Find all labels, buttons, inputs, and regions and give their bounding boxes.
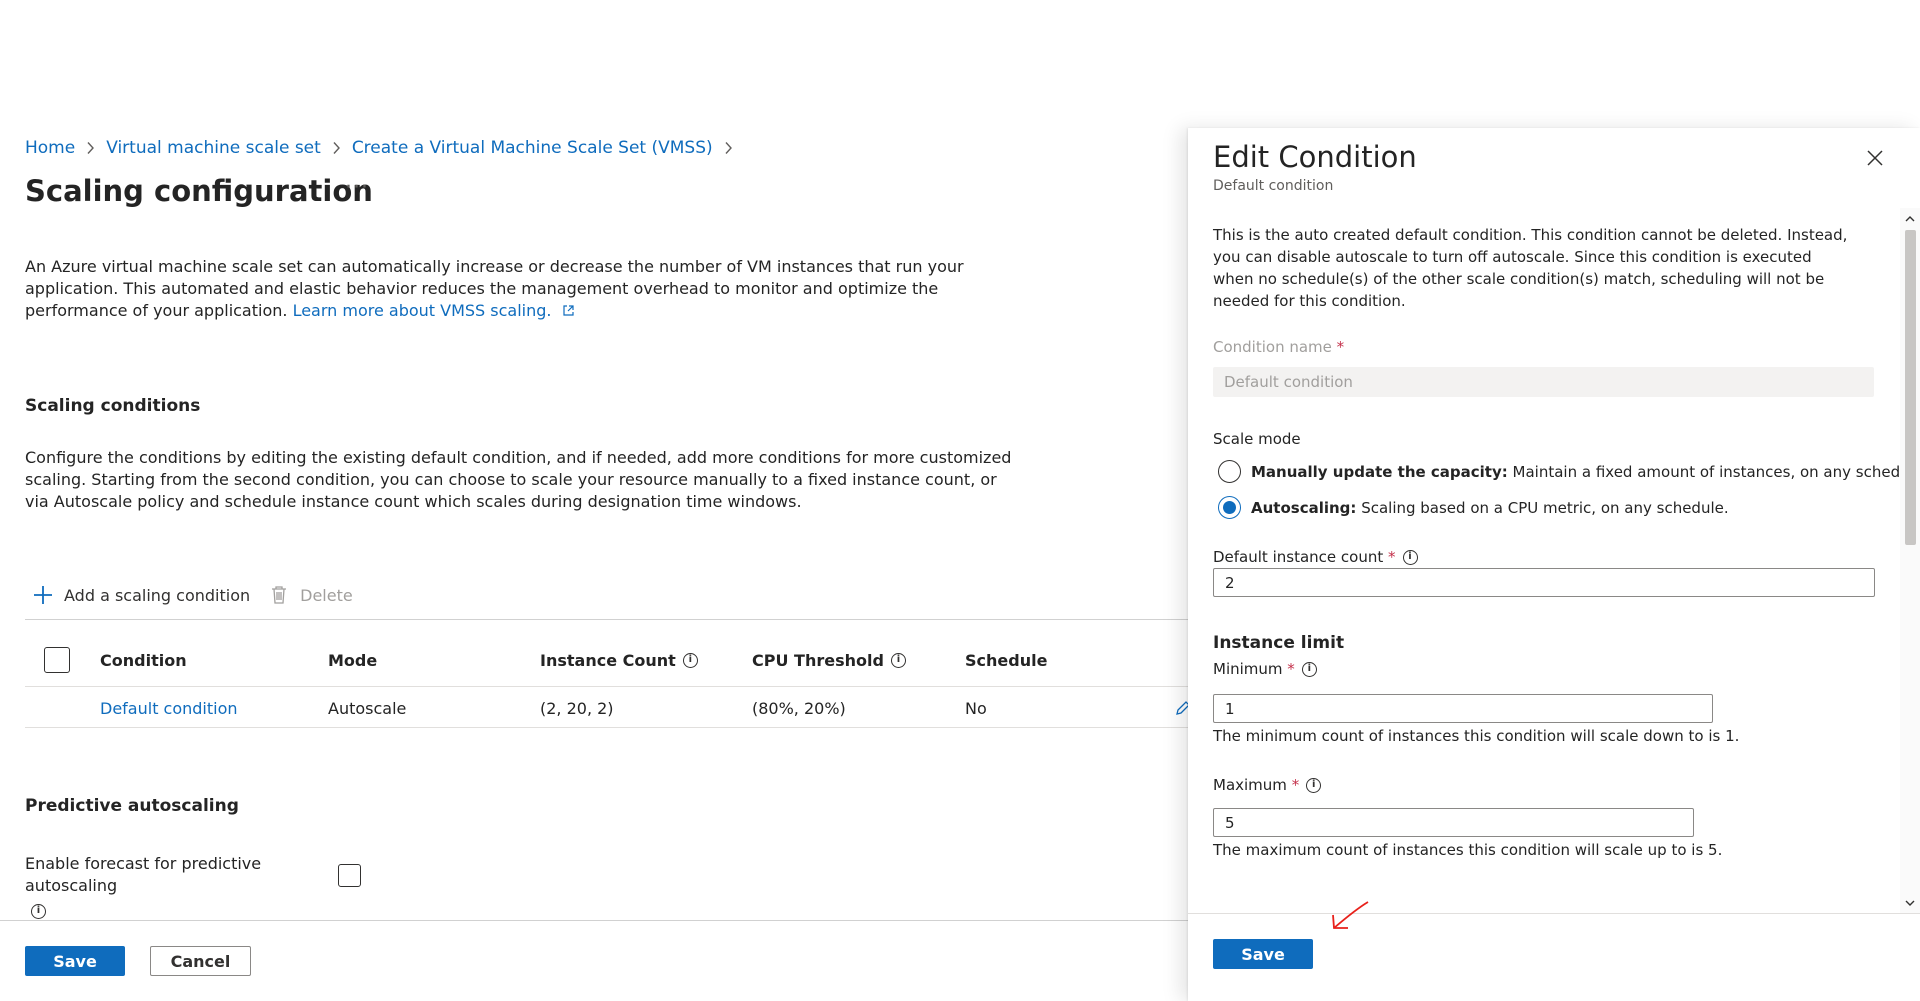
predictive-autoscaling-title: Predictive autoscaling [25,796,239,816]
info-icon[interactable]: i [1402,549,1418,565]
minimum-help-text: The minimum count of instances this cond… [1213,727,1740,745]
minimum-label: Minimum * i [1213,660,1317,678]
maximum-label-text: Maximum [1213,776,1287,794]
save-button[interactable]: Save [25,946,125,976]
minimum-label-text: Minimum [1213,660,1283,678]
column-header-cpu-threshold-label: CPU Threshold [752,650,884,670]
maximum-help-text: The maximum count of instances this cond… [1213,841,1723,859]
panel-description: This is the auto created default conditi… [1213,226,1848,310]
panel-title: Edit Condition [1213,140,1417,174]
forecast-label: Enable forecast for predictive autoscali… [25,853,330,919]
condition-name-label: Condition name * [1213,338,1344,356]
delete-button[interactable]: Delete [270,585,353,605]
scale-mode-label: Scale mode [1213,430,1301,448]
column-header-mode[interactable]: Mode [328,645,377,675]
cell-cpu-threshold: (80%, 20%) [752,698,846,718]
page-title: Scaling configuration [25,174,373,208]
column-header-schedule[interactable]: Schedule [965,645,1047,675]
required-marker: * [1287,660,1295,678]
mode-manual-bold: Manually update the capacity: [1251,462,1508,481]
cell-schedule: No [965,698,987,718]
mode-manual-text: Maintain a fixed amount of instances, on… [1512,462,1900,481]
required-marker: * [1291,776,1300,794]
table-divider [25,619,1190,620]
panel-save-button[interactable]: Save [1213,939,1313,969]
table-row-divider [25,727,1190,728]
add-scaling-condition-button[interactable]: Add a scaling condition [32,584,250,606]
delete-label: Delete [300,585,353,605]
scale-mode-autoscaling-option[interactable]: Autoscaling: Scaling based on a CPU metr… [1218,496,1729,519]
panel-scrollbar[interactable] [1900,208,1920,913]
cell-instance-count: (2, 20, 2) [540,698,614,718]
column-header-cpu-threshold[interactable]: CPU Threshold i [752,645,906,675]
scroll-up-icon[interactable] [1900,208,1920,228]
info-icon[interactable]: i [31,904,46,919]
breadcrumb-create-vmss-link[interactable]: Create a Virtual Machine Scale Set (VMSS… [352,138,713,158]
required-marker: * [1388,548,1396,566]
panel-footer-divider [1188,913,1920,914]
cancel-button[interactable]: Cancel [150,946,251,976]
radio-autoscaling[interactable] [1218,496,1241,519]
intro-text: An Azure virtual machine scale set can a… [25,256,1015,322]
plus-icon [34,586,52,604]
required-marker: * [1336,338,1345,356]
default-instance-count-label: Default instance count * i [1213,548,1418,566]
info-icon[interactable]: i [682,652,698,668]
breadcrumb-home-link[interactable]: Home [25,138,75,158]
info-icon[interactable]: i [890,652,906,668]
table-row: Default condition Autoscale (2, 20, 2) (… [25,693,1190,723]
scroll-thumb[interactable] [1905,230,1916,545]
more-horizontal-icon[interactable]: ··· [345,175,369,200]
mode-auto-bold: Autoscaling: [1251,498,1357,517]
annotation-arrow-icon [1332,901,1369,929]
column-header-condition[interactable]: Condition [100,645,187,675]
forecast-checkbox[interactable] [338,864,361,887]
panel-subtitle: Default condition [1213,178,1334,194]
learn-more-link[interactable]: Learn more about VMSS scaling. [293,301,575,320]
mode-auto-text: Scaling based on a CPU metric, on any sc… [1361,498,1729,517]
external-link-icon [563,305,574,316]
maximum-input[interactable] [1213,808,1694,837]
cell-mode: Autoscale [328,698,407,718]
conditions-table-header: Condition Mode Instance Count i CPU Thres… [25,645,1185,675]
trash-icon [272,586,287,604]
column-header-instance-count-label: Instance Count [540,650,676,670]
conditions-toolbar: Add a scaling condition Delete [32,584,353,606]
scroll-down-icon[interactable] [1900,893,1920,913]
radio-manual[interactable] [1218,460,1241,483]
instance-limit-title: Instance limit [1213,633,1345,653]
panel-body: This is the auto created default conditi… [1188,208,1900,908]
column-header-instance-count[interactable]: Instance Count i [540,645,698,675]
footer-divider [0,920,1190,921]
breadcrumb-vmss-link[interactable]: Virtual machine scale set [106,138,321,158]
condition-name-label-text: Condition name [1213,338,1332,356]
chevron-right-icon [86,141,95,155]
chevron-right-icon [724,141,733,155]
select-all-checkbox[interactable] [44,647,70,673]
scaling-conditions-title: Scaling conditions [25,396,201,416]
scaling-conditions-description: Configure the conditions by editing the … [25,448,1012,511]
close-icon[interactable] [1862,145,1888,171]
learn-more-label: Learn more about VMSS scaling. [292,301,552,320]
condition-name-input[interactable] [1213,367,1874,397]
minimum-input[interactable] [1213,694,1713,723]
default-count-label-text: Default instance count [1213,548,1384,566]
default-instance-count-input[interactable] [1213,568,1875,597]
chevron-right-icon [332,141,341,155]
info-icon[interactable]: i [1301,661,1317,677]
table-header-divider [25,686,1190,687]
breadcrumb: Home Virtual machine scale set Create a … [25,138,744,158]
edit-condition-panel: Edit Condition Default condition This is… [1188,128,1920,1001]
info-icon[interactable]: i [1306,777,1322,793]
condition-link[interactable]: Default condition [100,693,238,723]
forecast-label-text: Enable forecast for predictive autoscali… [25,854,262,895]
maximum-label: Maximum * i [1213,776,1322,794]
add-scaling-condition-label: Add a scaling condition [64,585,251,605]
scale-mode-manual-option[interactable]: Manually update the capacity: Maintain a… [1218,460,1900,483]
